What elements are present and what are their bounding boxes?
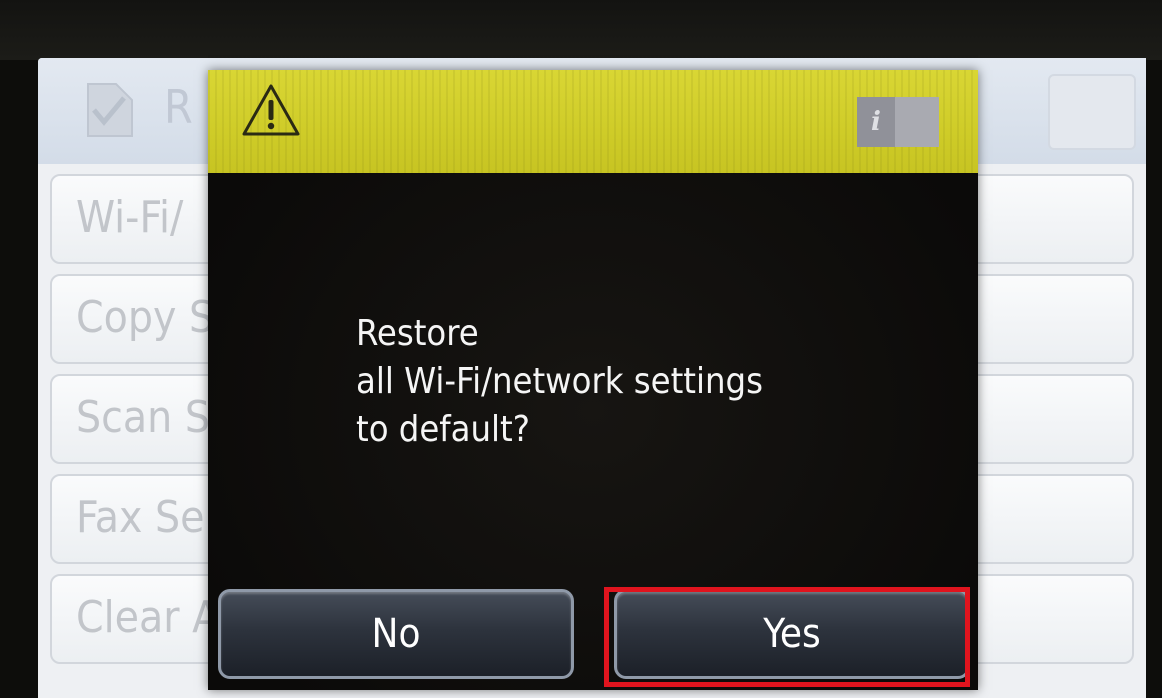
message-line: to default? (356, 409, 530, 450)
device-bezel (0, 0, 1162, 60)
header-button[interactable] (1048, 74, 1136, 150)
info-icon: i (857, 97, 895, 147)
dialog-message: Restore all Wi-Fi/network settings to de… (356, 310, 916, 454)
menu-item-label: Copy S (76, 292, 215, 343)
message-line: all Wi-Fi/network settings (356, 361, 763, 402)
menu-item-label: Clear A (76, 592, 220, 643)
warning-triangle-icon (242, 84, 300, 136)
message-line: Restore (356, 313, 479, 354)
menu-item-label: Fax Se (76, 492, 205, 543)
menu-item-label: Wi-Fi/ (76, 192, 184, 243)
document-icon (87, 83, 133, 137)
dialog-header: i (208, 70, 978, 173)
no-button[interactable]: No (218, 589, 574, 679)
menu-title: R (164, 80, 193, 134)
menu-item-label: Scan S (76, 392, 210, 443)
info-button[interactable]: i (857, 97, 939, 147)
yes-highlight-box (604, 587, 970, 687)
